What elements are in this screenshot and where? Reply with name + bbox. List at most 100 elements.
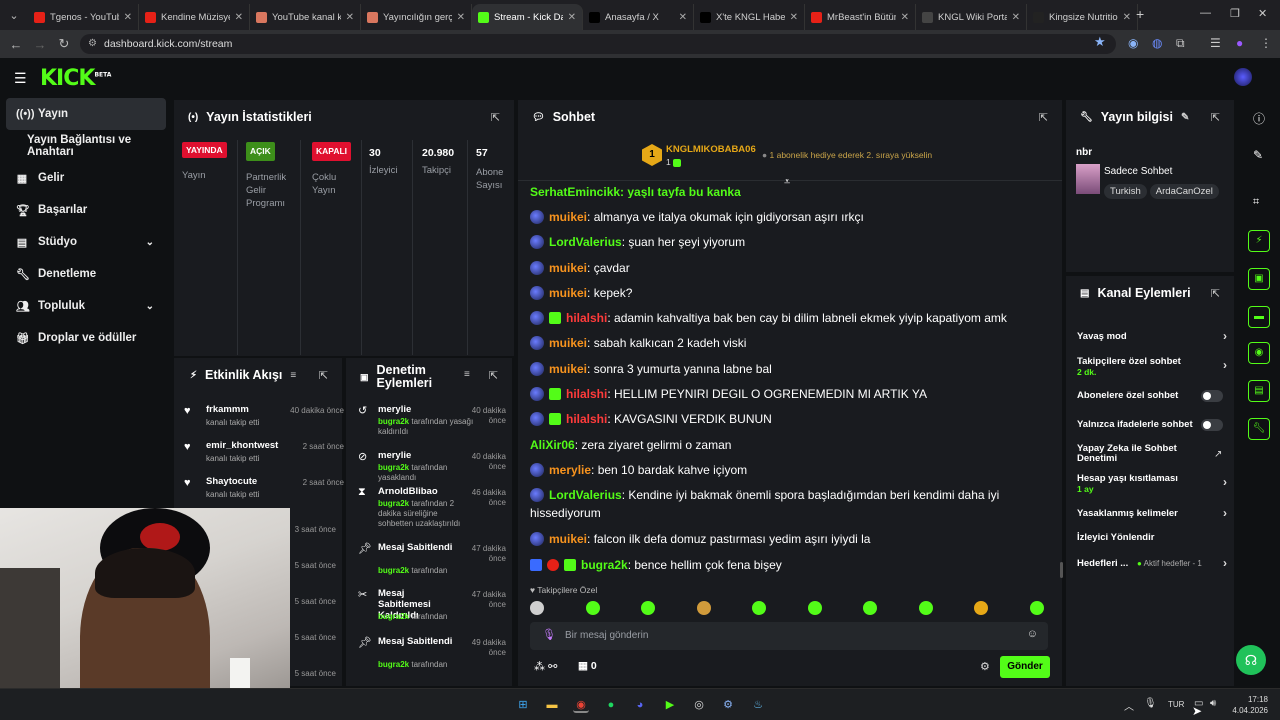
kick-logo[interactable]: KICKBETA (40, 66, 111, 91)
emote-icon[interactable] (863, 601, 877, 615)
wrench-button[interactable]: 🔧︎ (1248, 418, 1270, 440)
emote-icon[interactable] (585, 601, 600, 615)
nav-achievements[interactable]: 🏆︎ Başarılar (0, 194, 172, 226)
tab-search-icon[interactable]: ⌄ (0, 0, 28, 30)
close-tab-icon[interactable]: ✕ (346, 12, 354, 23)
profile-avatar[interactable]: ● (1236, 36, 1243, 50)
chat-username[interactable]: muikei (549, 286, 587, 300)
bookmark-star-icon[interactable]: ★ (1094, 34, 1106, 50)
close-tab-icon[interactable]: ✕ (790, 12, 798, 23)
clock[interactable]: 17:18 4.04.2026 (1232, 694, 1268, 716)
chat-username[interactable]: muikei (549, 210, 587, 224)
tag[interactable]: Turkish (1104, 184, 1147, 199)
reload-icon[interactable]: ↻ (52, 36, 76, 52)
popout-icon[interactable]: ⇱ (491, 111, 500, 124)
crop-icon[interactable]: ⌗ (1253, 196, 1259, 209)
nav-moderation[interactable]: 🔧︎ Denetleme (0, 258, 172, 290)
chat-username[interactable]: hilalshi (566, 311, 607, 325)
points-balance[interactable]: ▦ 0 (578, 660, 597, 672)
popout-icon[interactable]: ⇱ (319, 369, 328, 382)
browser-menu-icon[interactable]: ⋮ (1260, 36, 1272, 50)
mod-log-button[interactable]: ▤ (1248, 380, 1270, 402)
chat-username[interactable]: muikei (549, 362, 587, 376)
tag[interactable]: ArdaCanOzel (1149, 184, 1219, 199)
popout-icon[interactable]: ⇱ (1211, 287, 1220, 300)
mic-icon[interactable]: 🎙︎ (1144, 698, 1157, 709)
browser-tab[interactable]: Yayıncılığın gerçe ✕ (361, 4, 472, 30)
stats-button[interactable]: ▣ (1248, 268, 1270, 290)
volume-icon[interactable]: 🔊︎ (1210, 698, 1216, 709)
goals-row[interactable]: Hedefleri ... ● Aktif hedefler - 1 › (1077, 556, 1227, 570)
spotify-icon[interactable]: ● (603, 697, 619, 713)
nav-stream[interactable]: ((•)) Yayın (6, 98, 166, 130)
restore-icon[interactable]: ❐ (1230, 7, 1240, 20)
close-tab-icon[interactable]: ✕ (901, 12, 909, 23)
chat-input[interactable]: 🎙︎ Bir mesaj gönderin ☺ (530, 622, 1048, 650)
scroll-down-icon[interactable]: ⩡ (784, 176, 790, 189)
raid-row[interactable]: İzleyici Yönlendir (1077, 532, 1227, 543)
nav-community[interactable]: 👥︎ Topluluk ⌄ (0, 290, 172, 322)
browser-tab[interactable]: X'te KNGL Haber ✕ (694, 4, 805, 30)
popout-icon[interactable]: ⇱ (489, 369, 498, 382)
chat-username[interactable]: AliXir06 (530, 438, 575, 452)
pencil-icon[interactable]: ✎ (1253, 148, 1263, 162)
info-icon[interactable]: ⓘ (1253, 110, 1265, 127)
close-tab-icon[interactable]: ✕ (457, 12, 465, 23)
emoji-icon[interactable]: ☺ (1027, 628, 1038, 640)
microphone-icon[interactable]: 🎙︎ (542, 628, 556, 641)
chat-username[interactable]: hilalshi (566, 387, 607, 401)
close-tab-icon[interactable]: ✕ (679, 12, 687, 23)
browser-tab[interactable]: YouTube kanal kü ✕ (250, 4, 361, 30)
discord-icon[interactable]: ◕ (632, 697, 648, 713)
edit-icon[interactable]: ✎ (1181, 112, 1189, 123)
start-icon[interactable]: ⊞ (515, 697, 531, 713)
chat-username[interactable]: merylie (549, 463, 591, 477)
nav-studio[interactable]: ▤ Stüdyo ⌄ (0, 226, 172, 258)
site-info-icon[interactable]: ⚙ (88, 34, 97, 54)
chat-username[interactable]: muikei (549, 532, 587, 546)
nav-stream-key[interactable]: Yayın Bağlantısı ve Anahtarı (0, 130, 172, 162)
emote-icon[interactable] (752, 601, 766, 615)
emote-only-row[interactable]: Yalnızca ifadelerle sohbet (1077, 419, 1227, 431)
toggle-switch[interactable] (1201, 390, 1223, 402)
browser-tab[interactable]: Kingsize Nutrition ✕ (1027, 4, 1138, 30)
close-tab-icon[interactable]: ✕ (235, 12, 243, 23)
external-link-icon[interactable]: ↗ (1214, 449, 1222, 460)
nav-revenue[interactable]: ▦ Gelir (0, 162, 172, 194)
filter-icon[interactable]: ≡ (464, 369, 470, 380)
account-age-row[interactable]: Hesap yaşı kısıtlaması 1 ay › (1077, 473, 1227, 494)
emote-icon[interactable] (641, 601, 655, 615)
extensions-puzzle-icon[interactable]: ⧉ (1176, 36, 1185, 51)
url-field[interactable]: ⚙ dashboard.kick.com/stream (80, 34, 1116, 54)
chrome-icon[interactable]: ◉ (573, 697, 589, 713)
new-tab-button[interactable]: + (1136, 6, 1144, 22)
extension-icon[interactable]: ◉ (1128, 36, 1138, 50)
browser-tab[interactable]: KNGL Wiki Portal ✕ (916, 4, 1027, 30)
ai-moderation-row[interactable]: Yapay Zeka ile Sohbet Denetimi (1077, 444, 1197, 464)
top-gifter-name[interactable]: KNGLMIKOBABA06 (666, 144, 756, 155)
support-headset-icon[interactable]: ☊ (1236, 645, 1266, 675)
close-window-icon[interactable]: ✕ (1258, 7, 1267, 20)
browser-tab[interactable]: MrBeast'in Bütün ✕ (805, 4, 916, 30)
send-button[interactable]: Gönder (1000, 656, 1050, 678)
subscribers-only-row[interactable]: Abonelere özel sohbet (1077, 390, 1227, 402)
chat-username[interactable]: LordValerius (549, 488, 622, 502)
link-icon[interactable]: ⚯ (548, 661, 557, 673)
chat-settings-icon[interactable]: ⚙ (980, 660, 990, 673)
emote-icon[interactable] (530, 601, 544, 615)
browser-tab[interactable]: Kendine Müzisyen✕ (139, 4, 250, 30)
browser-tab[interactable]: Stream - Kick Das✕ (472, 4, 583, 30)
emote-icon[interactable] (696, 601, 711, 615)
followers-only-row[interactable]: Takipçilere özel sohbet 2 dk. › (1077, 356, 1227, 377)
back-icon[interactable]: ← (4, 37, 28, 52)
emote-icon[interactable] (807, 601, 822, 615)
bolt-button[interactable]: ⚡︎ (1248, 230, 1270, 252)
stream-category[interactable]: Sadece Sohbet (1104, 166, 1172, 177)
chat-username[interactable]: muikei (549, 261, 587, 275)
browser-tab[interactable]: Tgenos - YouTube✕ (28, 4, 139, 30)
minimize-icon[interactable]: — (1200, 7, 1211, 19)
language-indicator[interactable]: TUR (1168, 700, 1184, 709)
close-tab-icon[interactable]: ✕ (124, 12, 132, 23)
emote-icon[interactable] (918, 601, 933, 615)
popout-icon[interactable]: ⇱ (1211, 111, 1220, 124)
